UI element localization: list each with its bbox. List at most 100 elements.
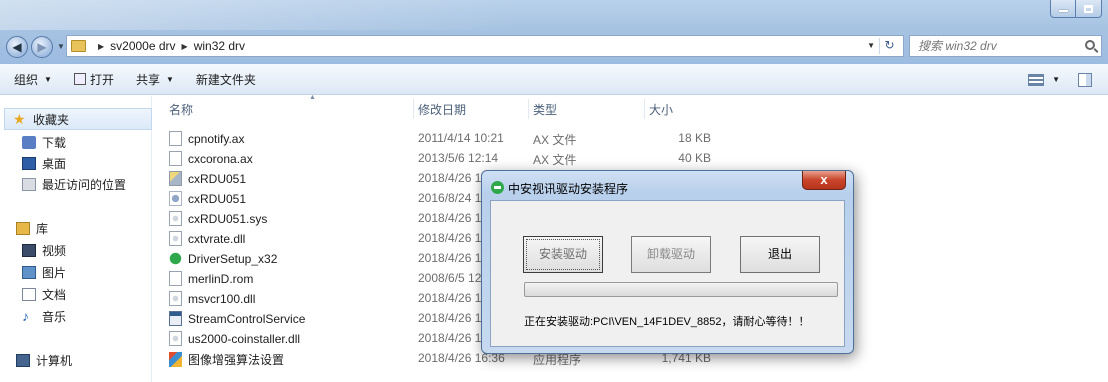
star-icon: ★ [13,110,26,127]
file-name: DriverSetup_x32 [188,251,278,266]
sidebar-item-pictures[interactable]: 图片 [22,264,66,281]
open-label: 打开 [89,72,114,87]
install-progress-bar [524,282,838,297]
downloads-icon [22,136,36,149]
new-folder-button[interactable]: 新建文件夹 [196,71,256,88]
sidebar-item-label: 库 [36,222,49,236]
file-name: cxRDU051 [188,191,247,206]
window-titlebar: ◀ ▶ ▼ ▶ sv2000e drv ▶ win32 drv ▼ ↻ [0,0,1108,64]
sidebar-item-label: 桌面 [42,157,67,171]
video-icon [22,244,36,257]
catalog-icon [169,191,182,206]
column-header-size[interactable]: 大小 [644,96,729,122]
sidebar-item-label: 文档 [42,288,67,302]
file-row[interactable]: cpnotify.ax 2011/4/14 10:21 AX 文件 18 KB [153,129,1108,149]
address-dropdown-icon[interactable]: ▼ [867,41,875,50]
file-icon [169,131,182,146]
sidebar-item-documents[interactable]: 文档 [22,286,66,303]
organize-button[interactable]: 组织 ▼ [14,71,52,88]
file-date: 2018/4/26 16 [418,231,489,245]
chevron-right-icon[interactable]: ▶ [98,42,104,51]
sidebar-item-label: 收藏夹 [33,112,70,127]
sort-ascending-icon: ▲ [309,94,316,101]
file-date: 2018/4/26 16 [418,331,489,345]
file-date: 2018/4/26 16 [418,291,489,305]
close-icon: x [820,172,828,187]
status-text: 正在安装驱动:PCI\VEN_14F1DEV_8852，请耐心等待！！ [524,316,810,328]
navigation-pane: ★ 收藏夹 下载 桌面 最近访问的位置 库 视频 图片 文档 ♪ 音乐 计算机 [0,96,152,382]
maximize-button[interactable] [1076,0,1102,18]
file-name: 图像增强算法设置 [188,353,285,367]
address-bar[interactable]: ▶ sv2000e drv ▶ win32 drv ▼ ↻ [66,35,904,57]
sidebar-item-favorites[interactable]: ★ 收藏夹 [4,108,152,130]
file-name: cxcorona.ax [188,151,253,166]
forward-button[interactable]: ▶ [31,36,53,58]
computer-icon [16,354,30,367]
folder-icon [71,40,86,52]
file-date: 2018/4/26 16 [418,211,489,225]
open-icon [73,73,86,85]
dll-icon [169,291,182,306]
sidebar-item-videos[interactable]: 视频 [22,242,66,259]
recent-places-icon [22,178,36,191]
share-button[interactable]: 共享 ▼ [136,71,174,88]
chevron-down-icon[interactable]: ▼ [1052,75,1060,84]
share-label: 共享 [135,72,160,87]
column-header-label: 名称 [169,102,194,117]
search-box[interactable] [909,35,1102,57]
documents-icon [22,288,36,301]
image-app-icon [169,352,182,367]
views-icon[interactable] [1028,73,1045,86]
window-controls [1050,0,1102,18]
file-row[interactable]: cxcorona.ax 2013/5/6 12:14 AX 文件 40 KB [153,149,1108,169]
column-header-name[interactable]: 名称 ▲ [169,94,409,122]
file-name: msvcr100.dll [188,291,256,306]
sidebar-item-desktop[interactable]: 桌面 [22,155,66,172]
close-button[interactable]: x [802,171,846,190]
sidebar-item-label: 视频 [42,244,67,258]
column-header-date[interactable]: 修改日期 [413,96,528,122]
app-logo-icon [491,181,504,194]
back-button[interactable]: ◀ [6,36,28,58]
exit-button[interactable]: 退出 [740,236,820,273]
minimize-button[interactable] [1050,0,1076,18]
sidebar-item-label: 计算机 [36,354,73,368]
file-date: 2018/4/26 16 [418,171,489,185]
search-icon[interactable] [1085,40,1095,50]
desktop-icon [22,157,36,170]
minimize-icon [1058,9,1068,12]
breadcrumb-item[interactable]: sv2000e drv [110,39,175,53]
sidebar-item-recent[interactable]: 最近访问的位置 [22,176,126,193]
file-name: cxRDU051 [188,171,247,186]
sidebar-item-downloads[interactable]: 下载 [22,134,66,151]
file-date: 2018/4/26 16 [418,251,489,265]
pictures-icon [22,266,36,279]
install-driver-button[interactable]: 安装驱动 [523,236,603,273]
service-icon [169,311,182,326]
file-date: 2018/4/26 16 [418,311,489,325]
file-name: merlinD.rom [188,271,254,286]
column-header-type[interactable]: 类型 [528,96,623,122]
preview-pane-icon[interactable] [1078,72,1092,87]
chevron-right-icon[interactable]: ▶ [182,42,188,51]
command-bar: 组织 ▼ 打开 共享 ▼ 新建文件夹 ▼ [0,64,1108,95]
open-button[interactable]: 打开 [73,71,114,88]
sidebar-item-music[interactable]: ♪ 音乐 [22,308,66,325]
installer-dialog: 中安视讯驱动安装程序 x 安装驱动 卸载驱动 退出 正在安装驱动:PCI\VEN… [481,170,854,354]
column-header-label: 大小 [649,102,674,117]
file-name: cxtvrate.dll [188,231,246,246]
sidebar-item-libraries[interactable]: 库 [16,220,48,237]
dialog-body: 安装驱动 卸载驱动 退出 正在安装驱动:PCI\VEN_14F1DEV_8852… [490,200,845,347]
recent-pages-dropdown[interactable]: ▼ [57,42,65,51]
uninstall-driver-button[interactable]: 卸载驱动 [631,236,711,273]
search-input[interactable] [918,39,1078,53]
dll-icon [169,231,182,246]
breadcrumb-item[interactable]: win32 drv [194,39,245,53]
maximize-icon [1084,4,1093,13]
file-icon [169,151,182,166]
setup-info-icon [169,171,182,186]
sidebar-item-computer[interactable]: 计算机 [16,352,72,369]
dialog-title: 中安视讯驱动安装程序 [508,182,629,196]
refresh-icon[interactable]: ↻ [879,38,899,54]
file-size: 40 KB [678,151,711,165]
